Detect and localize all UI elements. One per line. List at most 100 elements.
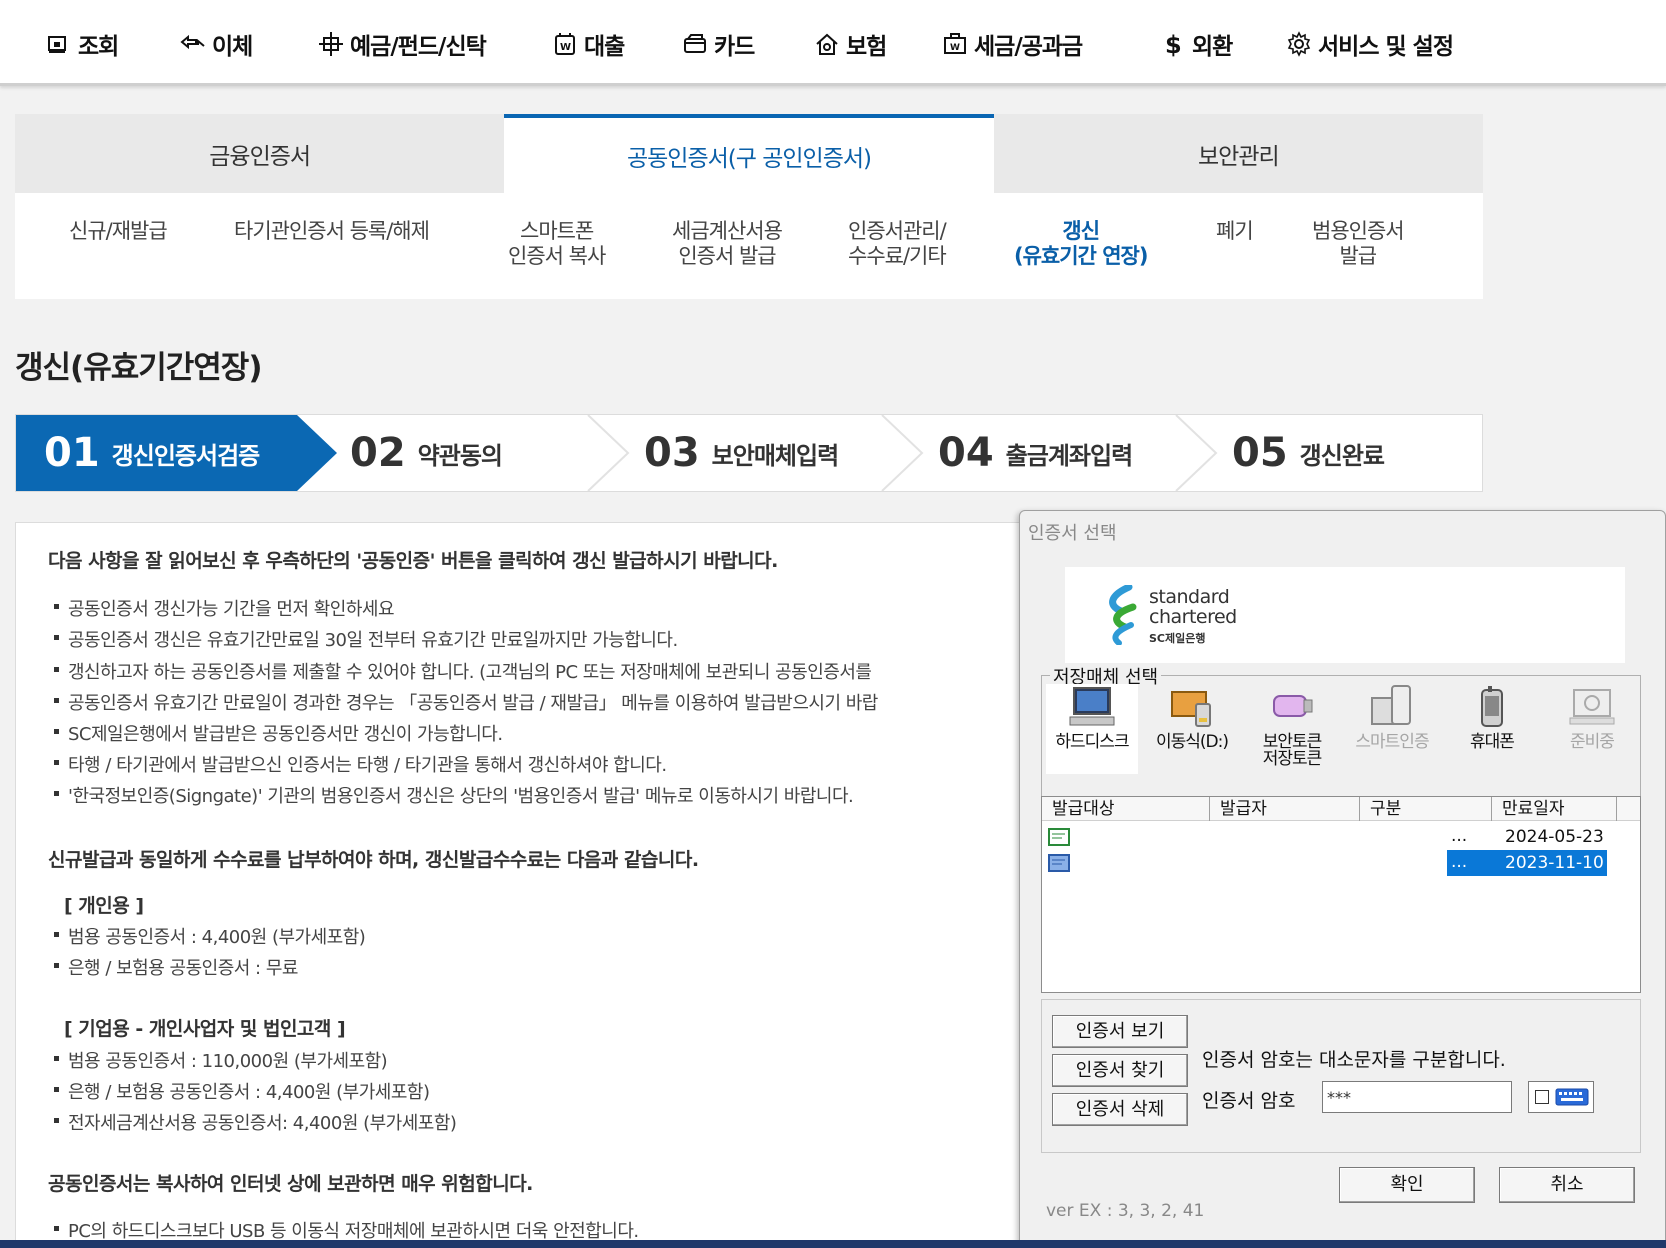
certificate-list[interactable]: 발급대상 발급자 구분 만료일자 ... 2024-05-23 ... 2023… [1041,796,1641,993]
nav-label: 대출 [584,34,625,60]
certificate-icon [1048,828,1070,846]
loan-icon: W [555,33,575,55]
tab-financial-cert[interactable]: 금융인증서 [15,114,505,193]
mobile-phone-icon [1481,686,1503,727]
nav-card[interactable]: 카드 [682,24,755,64]
nav-label: 서비스 및 설정 [1318,34,1454,60]
nav-insurance[interactable]: 보험 [814,24,887,64]
find-certificate-button[interactable]: 인증서 찾기 [1052,1054,1188,1087]
row-expiry-date: 2024-05-23 [1505,827,1604,847]
media-mobile-phone[interactable]: 휴대폰 [1446,684,1538,774]
media-label: 스마트인증 [1355,732,1429,752]
view-certificate-button[interactable]: 인증서 보기 [1052,1015,1188,1048]
brand-line: chartered [1149,606,1237,628]
insurance-icon [816,33,838,55]
step-number: 04 [938,430,994,476]
svg-text:W: W [950,43,960,53]
step-number: 05 [1232,430,1288,476]
subtab-cert-management[interactable]: 인증서관리/ 수수료/기타 [848,219,947,269]
inquiry-icon [48,36,66,53]
fee-item: 범용 공동인증서 : 4,400원 (부가세포함) [53,923,366,949]
nav-label: 조회 [78,34,119,60]
nav-deposit[interactable]: 예금/펀드/신탁 [318,24,487,64]
instruction-item: 갱신하고자 하는 공동인증서를 제출할 수 있어야 합니다. (고객님의 PC … [53,658,872,684]
business-heading: [ 기업용 - 개인사업자 및 법인고객 ] [64,1018,346,1040]
media-label: 휴대폰 [1470,732,1515,752]
certificate-row-selected[interactable]: ... 2023-11-10 [1042,850,1640,876]
subtab-new-reissue[interactable]: 신규/재발급 [69,219,168,244]
subtab-revoke[interactable]: 폐기 [1216,219,1254,244]
instruction-item: 타행 / 타기관에서 발급받으신 인증서는 타행 / 타기관을 통해서 갱신하셔… [54,751,667,777]
nav-label: 세금/공과금 [974,34,1083,60]
nav-settings[interactable]: 서비스 및 설정 [1286,24,1454,64]
instruction-item: 공동인증서 갱신은 유효기간만료일 30일 전부터 유효기간 만료일까지만 가능… [54,626,678,652]
certificate-icon [1048,854,1070,872]
media-label: 하드디스크 [1055,732,1129,752]
column-type[interactable]: 구분 [1360,797,1492,821]
row-truncated-cell: ... [1447,850,1497,876]
brand-line: standard [1149,586,1230,608]
keyboard-checkbox[interactable] [1535,1090,1549,1104]
nav-transfer[interactable]: 이체 [180,24,253,64]
instruction-item: 공동인증서 갱신가능 기간을 먼저 확인하세요 [53,595,395,621]
nav-label: 예금/펀드/신탁 [350,34,487,60]
fee-item: 전자세금계산서용 공동인증서: 4,400원 (부가세포함) [53,1109,457,1135]
media-label: 보안토큰 저장토큰 [1262,732,1323,769]
smart-auth-icon [1371,685,1411,725]
certificate-row[interactable]: ... 2024-05-23 [1042,824,1640,850]
subtab-tax-invoice[interactable]: 세금계산서용 인증서 발급 [672,219,783,269]
tab-security-management[interactable]: 보안관리 [993,114,1483,193]
cancel-button[interactable]: 취소 [1499,1167,1635,1203]
step-label: 약관동의 [417,441,503,470]
media-hard-disk[interactable]: 하드디스크 [1046,684,1138,774]
step-number: 01 [44,430,100,476]
card-icon [684,34,706,53]
media-label: 이동식(D:) [1155,732,1229,752]
removable-drive-icon [1171,691,1211,727]
delete-certificate-button[interactable]: 인증서 삭제 [1052,1093,1188,1126]
nav-tax[interactable]: W 세금/공과금 [942,24,1083,64]
step-1: 01 갱신인증서검증 [44,415,260,491]
column-issuer[interactable]: 발급자 [1210,797,1360,821]
tab-joint-cert[interactable]: 공동인증서(구 공인인증서) [504,114,994,193]
subtab-general-cert[interactable]: 범용인증서 발급 [1312,219,1405,269]
media-preparing: 준비중 [1546,684,1638,774]
step-indicator: 01 갱신인증서검증 02 약관동의 03 보안매체입력 04 출금계좌입력 0… [15,414,1483,492]
column-subject[interactable]: 발급대상 [1042,797,1210,821]
list-header: 발급대상 발급자 구분 만료일자 [1042,797,1640,821]
password-input[interactable]: *** [1322,1081,1512,1113]
brand-line: SC제일은행 [1149,632,1206,645]
certificate-tabs: 금융인증서 공동인증서(구 공인인증서) 보안관리 [15,114,1483,193]
media-security-token[interactable]: 보안토큰 저장토큰 [1246,684,1338,774]
instruction-item: SC제일은행에서 발급받은 공동인증서만 갱신이 가능합니다. [54,720,503,746]
transfer-icon [180,34,205,50]
nav-inquiry[interactable]: 조회 [46,24,119,64]
nav-label: 보험 [846,34,887,60]
nav-loan[interactable]: W 대출 [552,24,625,64]
warning-heading: 공동인증서는 복사하여 인터넷 상에 보관하면 매우 위험합니다. [48,1173,533,1195]
deposit-icon [319,32,343,56]
ok-button[interactable]: 확인 [1339,1167,1475,1203]
top-navigation: 조회 이체 예금/펀드/신탁 W 대출 카드 보험 W 세금/공과금 $ 외환 … [0,0,1666,86]
media-smart-auth: 스마트인증 [1346,684,1438,774]
row-expiry-date: 2023-11-10 [1497,850,1607,876]
version-text: ver EX : 3, 3, 2, 41 [1046,1201,1205,1221]
subtab-renewal[interactable]: 갱신 (유효기간 연장) [1014,219,1148,269]
gear-icon [1287,31,1311,57]
column-expiry[interactable]: 만료일자 [1492,797,1617,821]
svg-text:$: $ [1165,31,1181,57]
storage-media-group: 저장매체 선택 하드디스크 이동식(D:) 보안토큰 저장토큰 스마트인증 휴대… [1041,663,1641,798]
security-token-icon [1273,695,1313,717]
row-truncated-cell: ... [1451,826,1468,846]
virtual-keyboard-toggle[interactable] [1528,1081,1594,1113]
password-case-note: 인증서 암호는 대소문자를 구분합니다. [1202,1049,1506,1071]
nav-label: 카드 [714,34,755,60]
step-number: 03 [644,430,700,476]
step-number: 02 [350,430,406,476]
nav-exchange[interactable]: $ 외환 [1160,24,1233,64]
hard-disk-icon [1069,687,1115,726]
media-removable[interactable]: 이동식(D:) [1146,684,1238,774]
subtab-smartphone-copy[interactable]: 스마트폰 인증서 복사 [508,219,606,269]
subtab-other-institution[interactable]: 타기관인증서 등록/해제 [234,219,430,244]
standard-chartered-logo-icon [1109,585,1137,645]
